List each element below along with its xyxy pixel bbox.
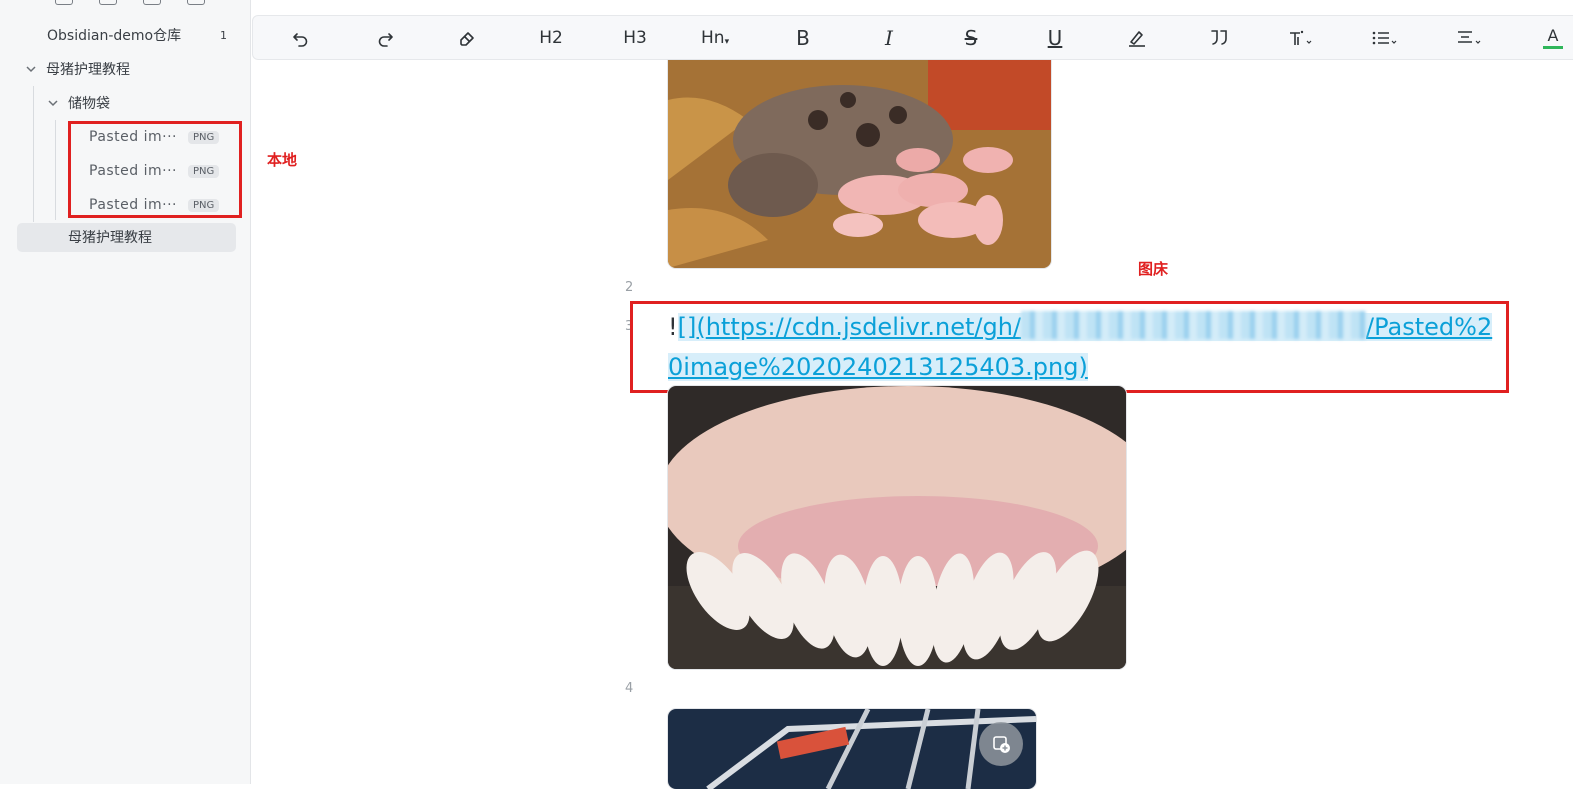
copy-image-icon[interactable]	[986, 731, 1016, 757]
sow-with-piglets-image-1	[668, 60, 1051, 268]
tree-guide-line	[55, 120, 56, 220]
vault-name: Obsidian-demo仓库	[47, 28, 182, 44]
bold-icon[interactable]: B	[791, 26, 815, 50]
underline-icon[interactable]: U	[1043, 26, 1067, 50]
vault-row[interactable]: Obsidian-demo仓库 1	[47, 21, 227, 49]
font-color-label: A	[1547, 25, 1559, 45]
list-icon[interactable]	[1371, 26, 1399, 50]
h3-icon[interactable]: H3	[623, 26, 647, 50]
sidebar-top-icons	[55, 0, 205, 5]
new-note-icon[interactable]	[55, 0, 73, 5]
note-label: 母猪护理教程	[68, 230, 152, 246]
line-number-4: 4	[625, 681, 634, 696]
dropdown-caret-icon: ▾	[724, 37, 730, 47]
tree-guide-line	[33, 86, 34, 222]
sow-nursing-piglets-image-2	[668, 386, 1126, 669]
new-folder-icon[interactable]	[99, 0, 117, 5]
vault-count: 1	[220, 28, 227, 42]
file-explorer-sidebar: Obsidian-demo仓库 1 母猪护理教程 储物袋 Pasted im··…	[0, 0, 251, 784]
strikethrough-icon[interactable]: S	[959, 26, 983, 50]
undo-icon[interactable]	[289, 26, 313, 50]
hn-label: Hn	[701, 28, 725, 48]
h2-icon[interactable]: H2	[539, 26, 563, 50]
eraser-icon[interactable]	[455, 26, 479, 50]
folder-label: 母猪护理教程	[46, 62, 130, 78]
redo-icon[interactable]	[373, 26, 397, 50]
folder-row-storage-bag[interactable]: 储物袋	[46, 89, 110, 117]
image-host-link-highlight-box	[630, 301, 1509, 393]
local-files-highlight-box	[68, 121, 242, 218]
italic-icon[interactable]: I	[877, 26, 901, 50]
font-color-icon[interactable]: A	[1541, 26, 1565, 50]
note-row-sow-care[interactable]: 母猪护理教程	[68, 223, 152, 251]
folder-row-sow-care[interactable]: 母猪护理教程	[24, 55, 130, 83]
heading-dropdown-icon[interactable]: Hn ▾	[701, 26, 729, 50]
line-number-2: 2	[625, 280, 634, 295]
highlight-icon[interactable]	[1125, 26, 1149, 50]
text-style-icon[interactable]	[1287, 26, 1313, 50]
align-icon[interactable]	[1455, 26, 1483, 50]
collapse-icon[interactable]	[187, 0, 205, 5]
subfolder-label: 储物袋	[68, 96, 110, 112]
chevron-down-icon	[24, 62, 38, 76]
farrowing-crate-image-3	[668, 709, 1036, 789]
local-annotation-label: 本地	[267, 151, 298, 169]
image-host-annotation-label: 图床	[1138, 260, 1169, 278]
font-color-swatch	[1543, 45, 1563, 49]
sort-icon[interactable]	[143, 0, 161, 5]
chevron-down-icon	[46, 96, 60, 110]
editor-toolbar: H2 H3 Hn ▾ B I S U A	[252, 15, 1573, 60]
quote-icon[interactable]	[1207, 26, 1231, 50]
